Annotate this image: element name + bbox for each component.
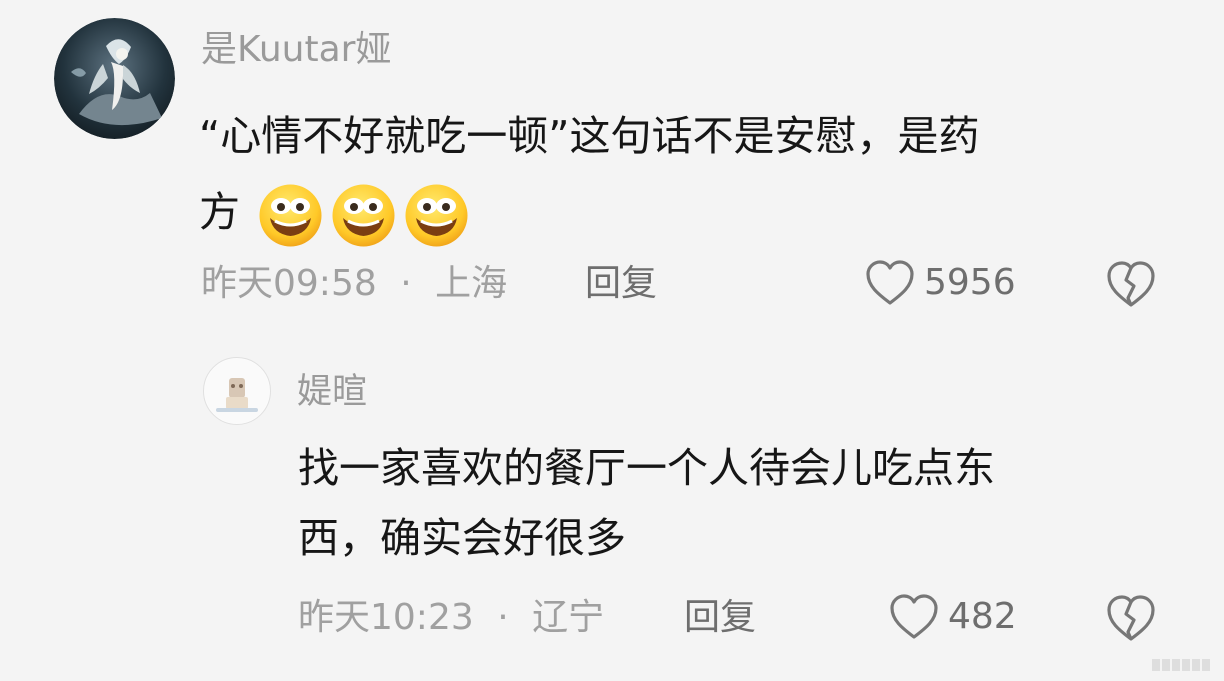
comment-text-line: 找一家喜欢的餐厅一个人待会儿吃点东 <box>298 444 995 492</box>
dislike-button[interactable] <box>1104 592 1158 644</box>
separator: · <box>400 263 412 304</box>
comment-text: 找一家喜欢的餐厅一个人待会儿吃点东 西，确实会好很多 <box>298 433 995 573</box>
heart-outline-icon <box>890 594 938 639</box>
broken-heart-icon <box>1107 261 1155 307</box>
timestamp: 昨天09:58 <box>201 263 377 304</box>
avatar[interactable] <box>203 357 271 425</box>
emoji-row <box>257 182 470 249</box>
location: 上海 <box>435 263 508 304</box>
laughing-face-icon <box>259 184 322 246</box>
avatar-image <box>54 18 175 139</box>
comment-text-continuation: 方 <box>199 188 240 236</box>
comment-text-line: 方 <box>199 174 979 250</box>
separator: · <box>497 597 509 638</box>
laughing-face-icon <box>332 184 395 246</box>
reply-button[interactable]: 回复 <box>585 260 657 308</box>
location: 辽宁 <box>532 597 605 638</box>
laughing-face-icon <box>405 184 468 246</box>
comment-meta: 昨天10:23 · 辽宁 <box>298 594 604 642</box>
dislike-button[interactable] <box>1104 258 1158 310</box>
comment-text: “心情不好就吃一顿”这句话不是安慰，是药 方 <box>199 98 979 250</box>
like-count: 482 <box>948 596 1017 637</box>
broken-heart-icon <box>1107 595 1155 641</box>
like-count: 5956 <box>924 262 1016 303</box>
watermark <box>1152 659 1210 671</box>
comment-2: 媞暄 找一家喜欢的餐厅一个人待会儿吃点东 西，确实会好很多 昨天10:23 · … <box>0 340 1224 681</box>
username[interactable]: 媞暄 <box>297 369 367 415</box>
heart-outline-icon <box>866 260 914 305</box>
reply-button[interactable]: 回复 <box>684 594 756 642</box>
comment-text-line: 西，确实会好很多 <box>298 514 626 562</box>
like-button[interactable]: 482 <box>888 592 1017 642</box>
comment-1: 是Kuutar娅 “心情不好就吃一顿”这句话不是安慰，是药 方 昨天09:58 … <box>0 0 1224 340</box>
like-button[interactable]: 5956 <box>864 258 1016 308</box>
timestamp: 昨天10:23 <box>298 597 474 638</box>
avatar-image <box>205 359 269 423</box>
avatar[interactable] <box>54 18 175 139</box>
username[interactable]: 是Kuutar娅 <box>201 26 391 74</box>
comment-text-line: “心情不好就吃一顿”这句话不是安慰，是药 <box>199 112 980 160</box>
comment-meta: 昨天09:58 · 上海 <box>201 260 507 308</box>
